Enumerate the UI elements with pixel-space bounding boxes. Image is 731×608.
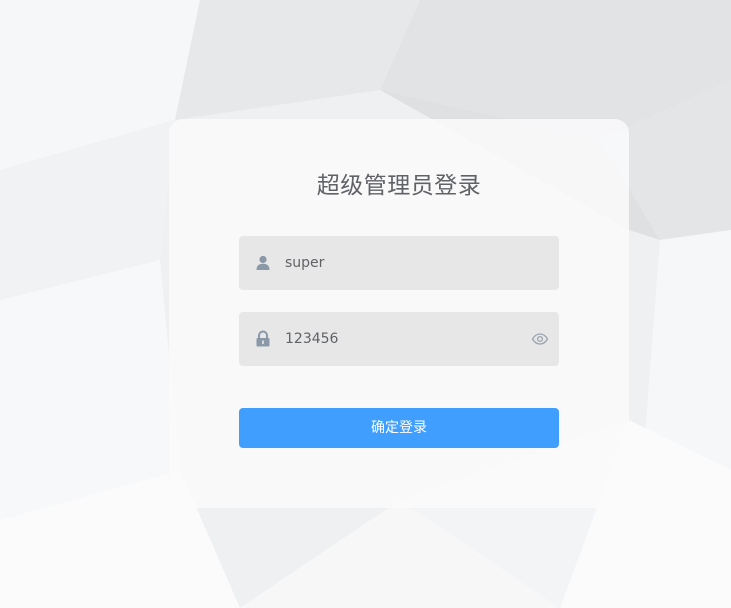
login-title: 超级管理员登录 [316,173,482,199]
lock-icon [256,330,270,347]
password-field[interactable] [239,312,559,366]
username-field[interactable] [239,236,559,290]
login-card: 超级管理员登录 确定登录 [169,119,629,508]
user-icon [256,255,270,270]
login-submit-button[interactable]: 确定登录 [239,408,559,448]
eye-icon[interactable] [531,330,549,348]
password-input[interactable] [285,312,515,366]
username-input[interactable] [285,236,515,290]
